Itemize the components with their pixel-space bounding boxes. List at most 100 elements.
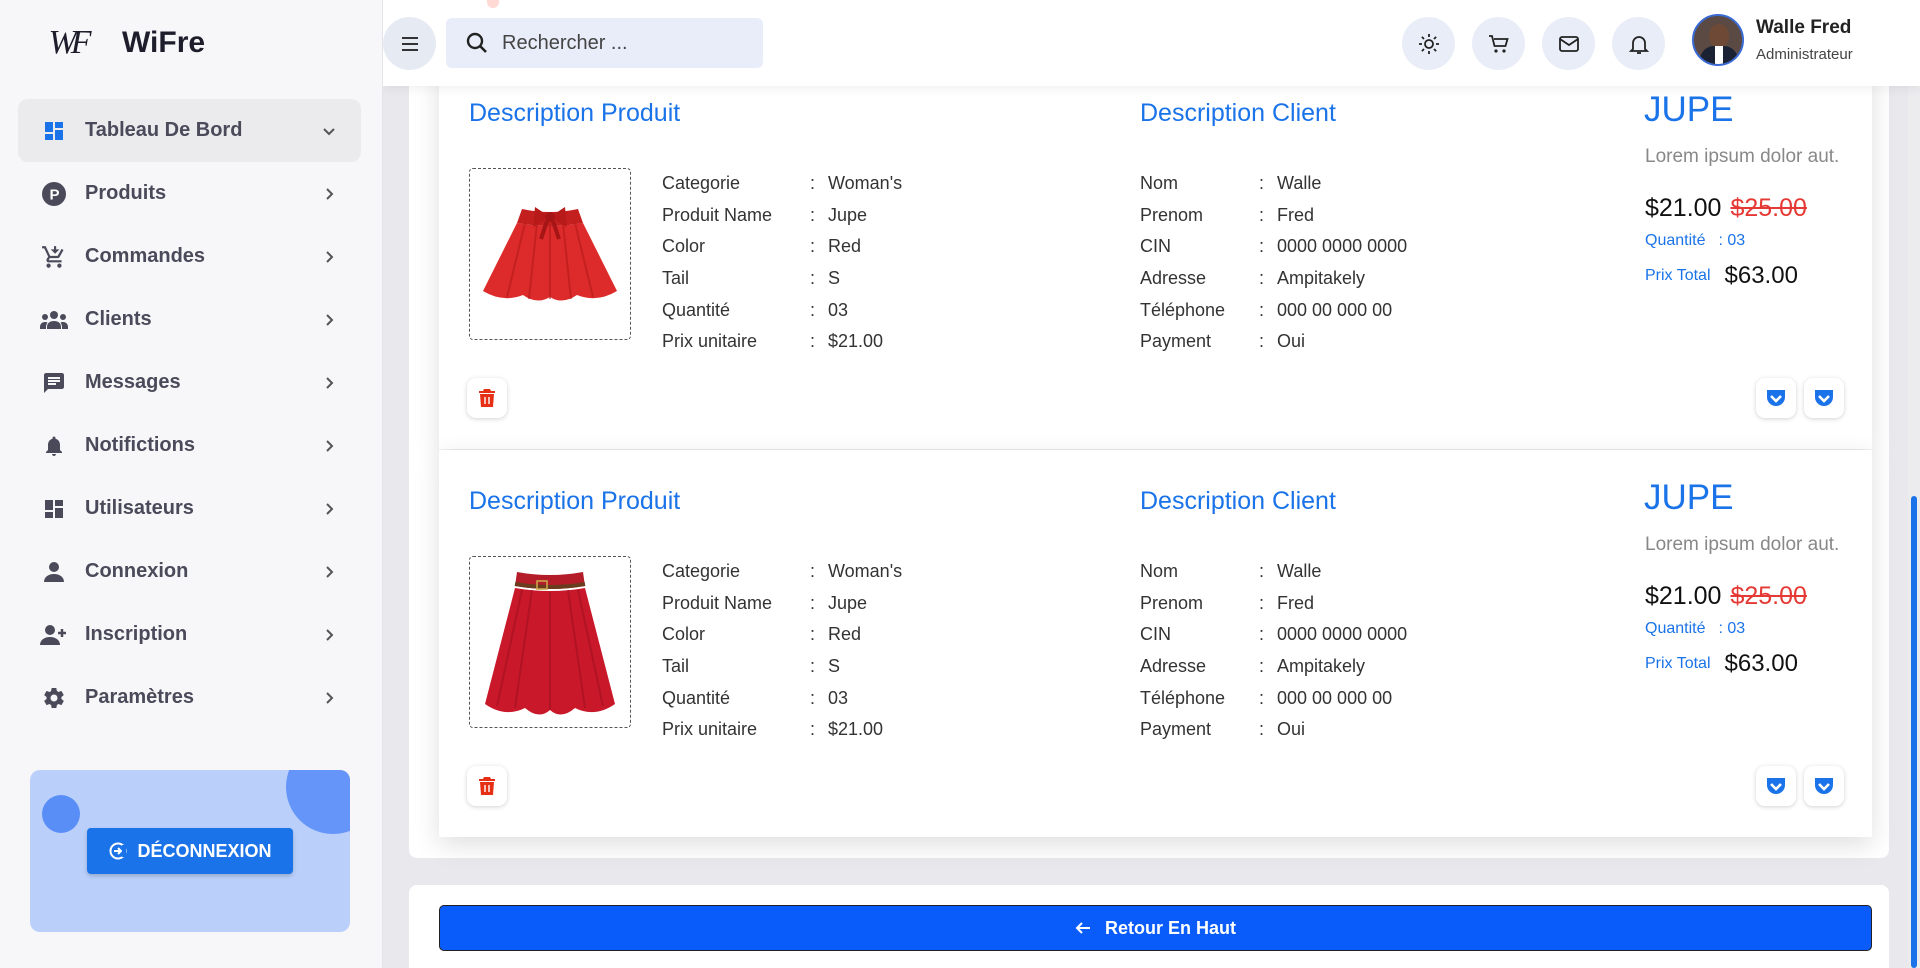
sidebar-item-label: Inscription bbox=[85, 623, 188, 645]
sidebar-item-connexion[interactable]: Connexion bbox=[18, 540, 361, 603]
client-section-title: Description Client bbox=[1140, 99, 1336, 127]
sidebar-item-tableau-de-bord[interactable]: Tableau De Bord bbox=[18, 99, 361, 162]
client-detail-row: Payment: Oui bbox=[1140, 331, 1306, 352]
product-detail-row: Tail: S bbox=[662, 268, 841, 289]
product-detail-row: Prix unitaire: $21.00 bbox=[662, 719, 884, 740]
brand-logo: WF bbox=[48, 24, 91, 61]
pocket-save-button[interactable] bbox=[1804, 766, 1844, 806]
red-skirt-image bbox=[485, 572, 615, 715]
chat-icon bbox=[40, 369, 68, 397]
sidebar-item-messages[interactable]: Messages bbox=[18, 351, 361, 414]
old-price: $25.00 bbox=[1730, 582, 1807, 610]
scrollbar-thumb[interactable] bbox=[1911, 496, 1917, 968]
sidebar-item-inscription[interactable]: Inscription bbox=[18, 603, 361, 666]
cart-button[interactable] bbox=[1472, 17, 1525, 70]
mail-button[interactable] bbox=[1542, 17, 1595, 70]
total-line: Prix Total $63.00 bbox=[1645, 650, 1798, 677]
product-name-heading: JUPE bbox=[1644, 90, 1734, 129]
mail-icon bbox=[1558, 35, 1579, 52]
price-line: $21.00 $25.00 bbox=[1645, 582, 1807, 611]
back-to-top-button[interactable]: Retour En Haut bbox=[439, 905, 1872, 951]
client-detail-row: Nom: Walle bbox=[1140, 173, 1322, 194]
client-detail-row: Nom: Walle bbox=[1140, 561, 1322, 582]
pocket-save-button[interactable] bbox=[1756, 766, 1796, 806]
grid-icon bbox=[40, 495, 68, 523]
pocket-icon bbox=[1767, 390, 1785, 406]
chevron-right-icon bbox=[319, 184, 339, 204]
product-description: Lorem ipsum dolor aut. bbox=[1645, 534, 1840, 555]
client-detail-row: CIN:0000 0000 0000 bbox=[1140, 624, 1408, 645]
delete-button[interactable] bbox=[467, 378, 507, 418]
product-detail-row: Categorie: Woman's bbox=[662, 173, 903, 194]
svg-text:P: P bbox=[50, 186, 60, 203]
product-detail-row: Produit Name: Jupe bbox=[662, 204, 868, 225]
product-detail-row: Prix unitaire: $21.00 bbox=[662, 331, 884, 352]
chevron-right-icon bbox=[319, 310, 339, 330]
top-bar: Walle Fred Administrateur bbox=[383, 0, 1920, 86]
sidebar-item-label: Clients bbox=[85, 308, 152, 330]
user-role: Administrateur bbox=[1756, 46, 1853, 63]
dashboard-icon bbox=[40, 117, 68, 145]
old-price: $25.00 bbox=[1730, 194, 1807, 222]
client-detail-row: Prenom: Fred bbox=[1140, 204, 1315, 225]
total-price: $63.00 bbox=[1724, 262, 1798, 289]
product-name-heading: JUPE bbox=[1644, 478, 1734, 517]
current-price: $21.00 bbox=[1645, 582, 1722, 610]
product-p-icon: P bbox=[40, 180, 68, 208]
price-line: $21.00 $25.00 bbox=[1645, 194, 1807, 223]
trash-icon bbox=[479, 389, 495, 407]
search-box[interactable] bbox=[446, 18, 763, 68]
arrow-left-icon bbox=[1075, 922, 1090, 934]
pocket-save-button[interactable] bbox=[1804, 378, 1844, 418]
notifications-button[interactable] bbox=[1612, 17, 1665, 70]
client-detail-row: Payment: Oui bbox=[1140, 719, 1306, 740]
red-skirt-image bbox=[483, 207, 617, 301]
brand-name: WiFre bbox=[122, 26, 206, 59]
sidebar-item-commandes[interactable]: Commandes bbox=[18, 225, 361, 288]
delete-button[interactable] bbox=[467, 766, 507, 806]
logout-label: DÉCONNEXION bbox=[137, 840, 272, 861]
cart-icon bbox=[1488, 34, 1509, 53]
client-details-list: Nom: Walle Prenom: Fred CIN:0000 0000 0000… bbox=[1140, 168, 1407, 358]
chevron-right-icon bbox=[319, 499, 339, 519]
theme-toggle-button[interactable] bbox=[1402, 17, 1455, 70]
brand[interactable]: WF WiFre bbox=[40, 16, 205, 70]
sidebar-item-label: Connexion bbox=[85, 560, 189, 582]
sidebar-item-notifictions[interactable]: Notifictions bbox=[18, 414, 361, 477]
product-details-list: Categorie: Woman's Produit Name: Jupe Colo… bbox=[662, 556, 902, 746]
sidebar-item-parametres[interactable]: Paramètres bbox=[18, 666, 361, 729]
pocket-icon bbox=[1815, 778, 1833, 794]
total-price: $63.00 bbox=[1724, 650, 1798, 677]
product-image bbox=[469, 168, 631, 340]
product-detail-row: Quantité:03 bbox=[662, 299, 849, 320]
order-card: Description Produit Categorie: Woman's Pr… bbox=[439, 450, 1872, 837]
logout-promo-card: DÉCONNEXION bbox=[30, 770, 350, 932]
product-detail-row: Categorie: Woman's bbox=[662, 561, 903, 582]
product-section-title: Description Produit bbox=[469, 487, 681, 515]
chevron-right-icon bbox=[319, 625, 339, 645]
sidebar-item-label: Commandes bbox=[85, 245, 206, 267]
sidebar-item-clients[interactable]: Clients bbox=[18, 288, 361, 351]
menu-toggle-button[interactable] bbox=[383, 17, 436, 70]
chevron-right-icon bbox=[319, 373, 339, 393]
user-profile[interactable]: Walle Fred Administrateur bbox=[1692, 14, 1853, 66]
search-input[interactable] bbox=[502, 31, 742, 55]
chevron-right-icon bbox=[319, 247, 339, 267]
sidebar-item-utilisateurs[interactable]: Utilisateurs bbox=[18, 477, 361, 540]
trash-icon bbox=[479, 777, 495, 795]
chevron-right-icon bbox=[319, 562, 339, 582]
pocket-save-button[interactable] bbox=[1756, 378, 1796, 418]
sidebar-item-label: Produits bbox=[85, 182, 167, 204]
hamburger-icon bbox=[401, 36, 418, 51]
sidebar: WF WiFre Tableau De Bord P Produits Comm… bbox=[0, 0, 383, 968]
group-icon bbox=[40, 306, 68, 334]
sidebar-item-produits[interactable]: P Produits bbox=[18, 162, 361, 225]
decorative-circle bbox=[286, 770, 350, 834]
gear-icon bbox=[40, 684, 68, 712]
sidebar-item-label: Paramètres bbox=[85, 686, 194, 708]
logout-button[interactable]: DÉCONNEXION bbox=[87, 828, 293, 874]
client-detail-row: Adresse: Ampitakely bbox=[1140, 268, 1366, 289]
product-detail-row: Color: Red bbox=[662, 236, 862, 257]
chevron-down-icon bbox=[319, 121, 339, 141]
client-detail-row: Téléphone:000 00 000 00 bbox=[1140, 299, 1393, 320]
